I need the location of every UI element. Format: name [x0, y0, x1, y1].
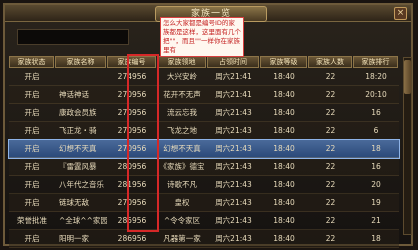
table-cell: 18:40 [273, 90, 295, 99]
header-occupy-time[interactable]: 占领时间 [207, 56, 259, 68]
table-cell: 荣誉批准 [17, 216, 47, 225]
table-cell: 18:40 [273, 144, 295, 153]
table-cell: 18:40 [273, 198, 295, 207]
table-cell: 22 [325, 126, 336, 135]
table-cell: 18:40 [273, 216, 295, 225]
close-button[interactable]: × [394, 7, 407, 20]
table-cell: 开启 [24, 180, 40, 189]
table-cell: 开启 [24, 126, 40, 135]
table-body: 开启 274956 大兴安岭 周六21:41 18:40 22 18:20 开启 神话神话 270… [8, 68, 400, 248]
table-cell: 周六21:43 [215, 216, 252, 225]
highlight-box [127, 54, 159, 232]
table-cell: 飞龙之地 [167, 126, 197, 135]
table-cell: 周六21:43 [215, 162, 252, 171]
table-cell: 20 [371, 180, 381, 189]
table-cell: 22 [325, 108, 336, 117]
table-cell: 周六21:41 [215, 90, 252, 99]
table-cell: 周六21:43 [215, 144, 252, 153]
search-box[interactable] [17, 29, 129, 50]
table-cell: 18:20 [365, 72, 387, 81]
table-row[interactable]: 开启 八年代之音乐 281956 诗歌不凡 周六21:43 18:40 22 20 [9, 176, 399, 194]
table-row[interactable]: 开启 幻想不天真 270956 幻想不天真 周六21:43 18:40 22 18 [8, 139, 400, 159]
table-cell: 八年代之音乐 [59, 180, 104, 189]
table-cell: 《家族》德宝 [159, 162, 205, 171]
table-cell: 开启 [24, 162, 40, 171]
table-cell: 诗歌不凡 [167, 180, 197, 189]
table-cell: 周六21:41 [215, 72, 252, 81]
table-cell: 18:40 [273, 180, 295, 189]
table-row[interactable]: 开启 『雷霆风暴 280956 《家族》德宝 周六21:43 18:40 22 16 [9, 158, 399, 176]
table-cell: 19 [371, 198, 381, 207]
table-cell: 周六21:43 [215, 198, 252, 207]
table-cell: 神话神话 [59, 90, 89, 99]
table-cell: 周六21:43 [215, 108, 252, 117]
table-cell: 流云忘我 [167, 108, 197, 117]
scrollbar-thumb[interactable] [404, 60, 411, 94]
table-row[interactable]: 开启 飞正龙・骑 270956 飞龙之地 周六21:43 18:40 22 6 [9, 122, 399, 140]
table-cell: 286956 [117, 234, 147, 243]
table-cell: 开启 [24, 72, 40, 81]
table-cell: 幻想不天真 [59, 144, 97, 153]
table-row[interactable]: 开启 康政会员族 270956 流云忘我 周六21:43 18:40 22 16 [9, 104, 399, 122]
table-cell: 18:40 [273, 234, 295, 243]
table-cell: 开启 [24, 90, 40, 99]
table-cell: ^全球^^家园 [59, 216, 107, 225]
table-cell: 开启 [24, 198, 40, 207]
table-cell: 周六21:43 [215, 126, 252, 135]
header-name[interactable]: 家族名称 [55, 56, 106, 68]
table-cell: 21 [371, 216, 381, 225]
table-cell: 『雷霆风暴 [59, 162, 97, 171]
table-cell: 花开不无声 [163, 90, 201, 99]
table-cell: 链球无敌 [59, 198, 89, 207]
header-rank[interactable]: 家族排行 [353, 56, 398, 68]
header-territory[interactable]: 家族领地 [157, 56, 206, 68]
table-cell: 22 [325, 198, 336, 207]
table-cell: 22 [325, 90, 336, 99]
table-row[interactable]: 开启 神话神话 270956 花开不无声 周六21:41 18:40 22 20:10 [9, 86, 399, 104]
table-cell: 18 [371, 234, 381, 243]
scrollbar[interactable] [403, 57, 412, 235]
table-cell: 18 [371, 144, 381, 153]
table-header: 家族状态 家族名称 家族编号 家族领地 占领时间 家族等级 家族人数 家族排行 [9, 56, 399, 68]
table-cell: 20:10 [365, 90, 387, 99]
table-cell: 16 [371, 108, 381, 117]
table-row[interactable]: 荣誉批准 ^全球^^家园 285956 ^令令家区 周六21:43 18:40 22 21 [9, 212, 399, 230]
family-table: 家族状态 家族名称 家族编号 家族领地 占领时间 家族等级 家族人数 家族排行 … [8, 56, 400, 248]
header-level[interactable]: 家族等级 [260, 56, 307, 68]
table-cell: 康政会员族 [59, 108, 97, 117]
table-cell: 飞正龙・骑 [59, 126, 97, 135]
table-cell: 18:40 [273, 126, 295, 135]
table-cell: 22 [325, 234, 336, 243]
header-status[interactable]: 家族状态 [9, 56, 54, 68]
annotation-note: 怎么大家都是编号ID的家族都是这样，这里面有几个把""，而且""一样你在家族里有 [160, 17, 244, 57]
table-cell: 阳明一家 [59, 234, 89, 243]
table-cell: 22 [325, 216, 336, 225]
table-cell: 周六21:43 [215, 234, 252, 243]
table-cell: 皇权 [174, 198, 190, 207]
search-input[interactable] [18, 35, 128, 50]
table-cell: 22 [325, 72, 336, 81]
table-cell: 16 [371, 162, 381, 171]
table-cell: ^令令家区 [163, 216, 201, 225]
table-row[interactable]: 开启 274956 大兴安岭 周六21:41 18:40 22 18:20 [9, 68, 399, 86]
table-cell: 6 [373, 126, 379, 135]
table-row[interactable]: 开启 链球无敌 270956 皇权 周六21:43 18:40 22 19 [9, 194, 399, 212]
table-cell: 开启 [24, 144, 40, 153]
header-members[interactable]: 家族人数 [308, 56, 352, 68]
table-cell: 18:40 [273, 108, 295, 117]
table-cell: 22 [325, 180, 336, 189]
table-cell: 18:40 [273, 162, 295, 171]
table-cell: 18:40 [273, 72, 295, 81]
table-cell: 22 [325, 162, 336, 171]
table-cell: 22 [325, 144, 336, 153]
table-cell: 开启 [24, 234, 40, 243]
table-row[interactable]: 开启 阳明一家 286956 凡器第一家 周六21:43 18:40 22 18 [9, 230, 399, 248]
table-cell: 幻想不天真 [163, 144, 201, 153]
table-cell: 周六21:43 [215, 180, 252, 189]
table-cell: 开启 [24, 108, 40, 117]
table-cell: 大兴安岭 [167, 72, 197, 81]
table-cell: 凡器第一家 [163, 234, 201, 243]
